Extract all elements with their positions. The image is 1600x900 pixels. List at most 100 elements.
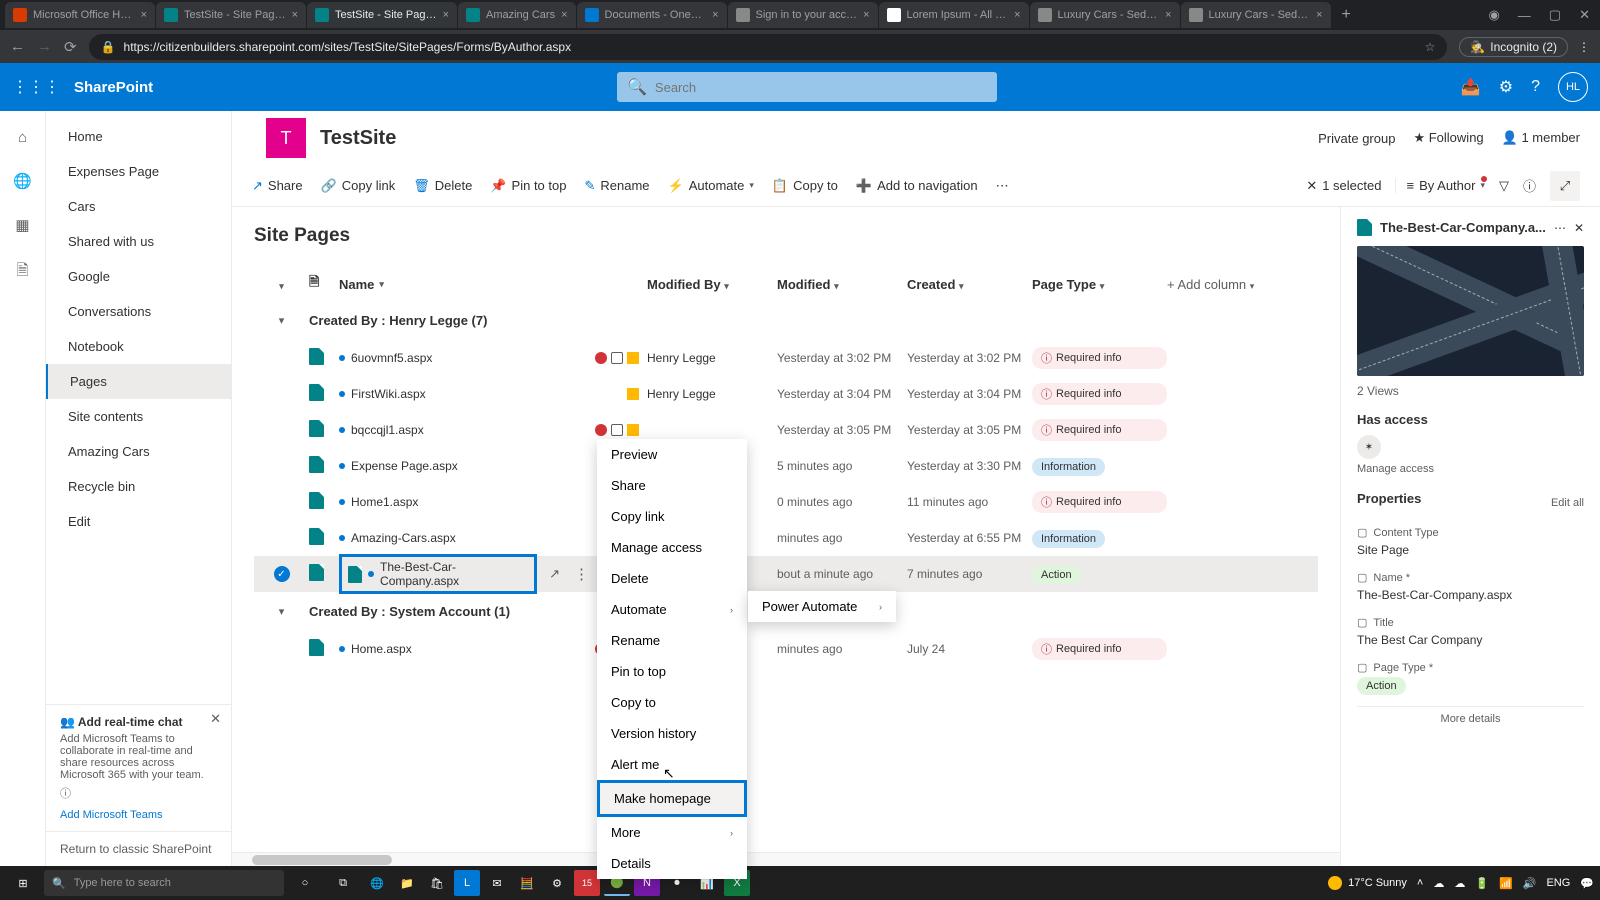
addnav-button[interactable]: ➕Add to navigation	[856, 178, 978, 194]
col-modifiedby[interactable]: Modified By ▾	[647, 277, 777, 292]
star-icon[interactable]: ☆	[1425, 40, 1436, 54]
ctx-share[interactable]: Share	[597, 470, 747, 501]
file-name[interactable]: Amazing-Cars.aspx	[351, 531, 456, 545]
taskview-icon[interactable]: ⧉	[326, 869, 360, 897]
search-input[interactable]	[655, 80, 987, 95]
expand-icon[interactable]: ⤢	[1550, 171, 1580, 201]
browser-tab[interactable]: Amazing Cars×	[458, 2, 576, 28]
site-logo[interactable]: T	[266, 118, 306, 158]
copylink-button[interactable]: 🔗Copy link	[321, 178, 396, 194]
ctx-more[interactable]: More›	[597, 817, 747, 848]
news-icon[interactable]: ▦	[15, 216, 29, 234]
table-row[interactable]: FirstWiki.aspxHenry LeggeYesterday at 3:…	[254, 376, 1318, 412]
col-created[interactable]: Created ▾	[907, 277, 1032, 292]
ctx-rename[interactable]: Rename	[597, 625, 747, 656]
delete-button[interactable]: 🗑Delete	[413, 178, 472, 194]
add-column[interactable]: + Add column ▾	[1167, 277, 1254, 292]
files-icon[interactable]: 🗎	[16, 260, 28, 285]
horizontal-scrollbar[interactable]	[232, 852, 1340, 866]
nav-item-notebook[interactable]: Notebook	[46, 329, 231, 364]
ctx-preview[interactable]: Preview	[597, 439, 747, 470]
calc-icon[interactable]: 🧮	[514, 870, 540, 896]
ctx-make-homepage[interactable]: Make homepage	[597, 780, 747, 817]
col-name[interactable]: Name ▾	[339, 277, 589, 292]
minimize-icon[interactable]: —	[1518, 8, 1531, 23]
classic-link[interactable]: Return to classic SharePoint	[46, 831, 231, 866]
nav-item-edit[interactable]: Edit	[46, 504, 231, 539]
share-icon[interactable]: 📤	[1461, 77, 1481, 97]
browser-tab[interactable]: Luxury Cars - Sedans,×	[1030, 2, 1180, 28]
following-label[interactable]: Following	[1429, 130, 1484, 145]
col-modified[interactable]: Modified ▾	[777, 277, 907, 292]
file-name[interactable]: FirstWiki.aspx	[351, 387, 426, 401]
ctx-version-history[interactable]: Version history	[597, 718, 747, 749]
close-window-icon[interactable]: ✕	[1579, 7, 1590, 23]
type-column-icon[interactable]: 🗎	[309, 273, 339, 295]
close-icon[interactable]: ×	[1165, 9, 1171, 21]
nav-item-expenses-page[interactable]: Expenses Page	[46, 154, 231, 189]
table-row[interactable]: ✓The-Best-Car-Company.aspx↗⋮bout a minut…	[254, 556, 1318, 592]
close-icon[interactable]: ×	[1316, 9, 1322, 21]
close-icon[interactable]: ×	[863, 9, 869, 21]
browser-tab-active[interactable]: TestSite - Site Pages -×	[307, 2, 457, 28]
file-name[interactable]: 6uovmnf5.aspx	[351, 351, 432, 365]
globe-icon[interactable]: 🌐	[13, 172, 32, 190]
onedrive-icon[interactable]: ☁	[1454, 877, 1465, 890]
address-bar[interactable]: 🔒 https://citizenbuilders.sharepoint.com…	[89, 34, 1448, 60]
share-button[interactable]: ↗Share	[252, 178, 303, 194]
app-icon[interactable]: ⚙	[544, 870, 570, 896]
info-icon[interactable]: ⓘ	[60, 785, 217, 801]
cortana-icon[interactable]: ○	[288, 869, 322, 897]
back-icon[interactable]: ←	[10, 38, 25, 55]
table-row[interactable]: Home1.aspx0 minutes ago11 minutes agoReq…	[254, 484, 1318, 520]
close-icon[interactable]: ✕	[1574, 221, 1584, 235]
ctx-pin-to-top[interactable]: Pin to top	[597, 656, 747, 687]
property-value[interactable]: The Best Car Company	[1357, 633, 1584, 647]
close-icon[interactable]: ×	[141, 9, 147, 21]
lang-indicator[interactable]: ENG	[1546, 877, 1570, 889]
ctx-alert-me[interactable]: Alert me	[597, 749, 747, 780]
chrome-menu-icon[interactable]: ⋮	[1578, 40, 1590, 54]
ctx-manage-access[interactable]: Manage access	[597, 532, 747, 563]
taskbar-search[interactable]: 🔍Type here to search	[44, 870, 284, 896]
check-icon[interactable]: ✓	[274, 566, 290, 582]
close-icon[interactable]: ✕	[210, 711, 221, 727]
nav-item-recycle-bin[interactable]: Recycle bin	[46, 469, 231, 504]
more-icon[interactable]: ⋮	[574, 565, 589, 583]
edit-all-link[interactable]: Edit all	[1551, 497, 1584, 509]
close-icon[interactable]: ×	[443, 9, 449, 21]
property-value[interactable]: Site Page	[1357, 543, 1584, 557]
onedrive-icon[interactable]: ☁	[1433, 877, 1444, 890]
file-name[interactable]: Home.aspx	[351, 642, 412, 656]
pin-button[interactable]: 📌Pin to top	[490, 178, 566, 194]
ctx-copy-to[interactable]: Copy to	[597, 687, 747, 718]
site-title[interactable]: TestSite	[320, 127, 396, 150]
access-avatar[interactable]: ✶	[1357, 435, 1381, 459]
app-launcher-icon[interactable]: ⋮⋮⋮	[12, 77, 60, 97]
reload-icon[interactable]: ⟳	[64, 38, 77, 56]
table-row[interactable]: Expense Page.aspx5 minutes agoYesterday …	[254, 448, 1318, 484]
ctx-automate[interactable]: Automate›	[597, 594, 747, 625]
chevron-down-icon[interactable]: ▾	[279, 281, 284, 291]
volume-icon[interactable]: 🔊	[1523, 877, 1537, 890]
view-selector[interactable]: ≡By Author ▾	[1395, 178, 1485, 193]
browser-tab[interactable]: Microsoft Office Home×	[5, 2, 155, 28]
battery-icon[interactable]: 🔋	[1475, 877, 1489, 890]
forward-icon[interactable]: →	[37, 38, 52, 55]
col-pagetype[interactable]: Page Type ▾	[1032, 277, 1167, 292]
table-row[interactable]: Amazing-Cars.aspxminutes agoYesterday at…	[254, 520, 1318, 556]
start-button[interactable]: ⊞	[6, 869, 40, 897]
more-details-link[interactable]: More details	[1357, 706, 1584, 725]
maximize-icon[interactable]: ▢	[1549, 7, 1561, 23]
home-icon[interactable]: ⌂	[18, 129, 27, 146]
nav-item-amazing-cars[interactable]: Amazing Cars	[46, 434, 231, 469]
group-header[interactable]: ▾Created By : Henry Legge (7)	[254, 301, 1318, 340]
share-icon[interactable]: ↗	[549, 566, 560, 582]
explorer-icon[interactable]: 📁	[394, 870, 420, 896]
chevron-down-icon[interactable]: ▾	[254, 605, 309, 618]
file-name[interactable]: bqccqjl1.aspx	[351, 423, 424, 437]
browser-tab[interactable]: TestSite - Site Pages -×	[156, 2, 306, 28]
nav-item-google[interactable]: Google	[46, 259, 231, 294]
nav-item-shared-with-us[interactable]: Shared with us	[46, 224, 231, 259]
chevron-down-icon[interactable]: ▾	[254, 314, 309, 327]
